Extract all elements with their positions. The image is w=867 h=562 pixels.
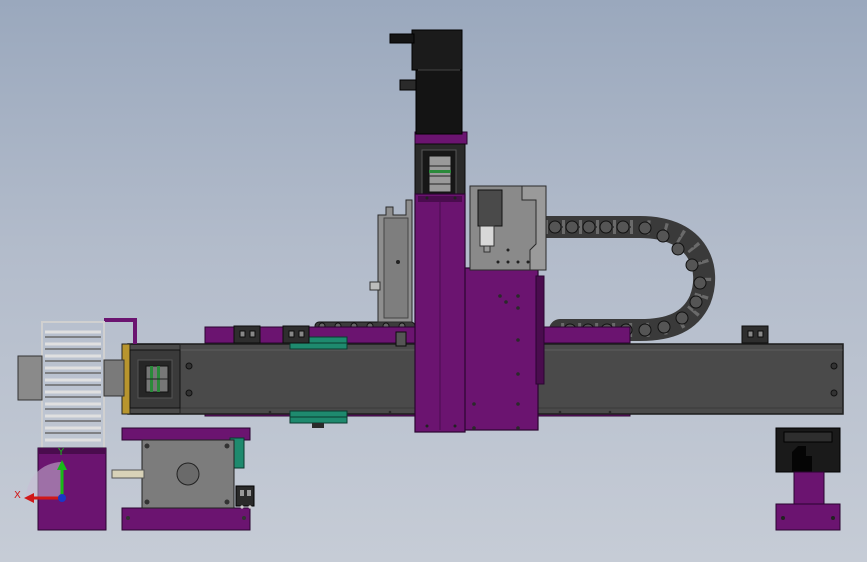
z-carriage-plate [461, 267, 545, 431]
z-shaft-coupling [428, 155, 452, 193]
x-axis-label: X [14, 490, 21, 501]
left-grille-guard [17, 318, 137, 451]
cad-viewport[interactable]: X Y [0, 0, 867, 562]
y-axis-label: Y [57, 447, 65, 458]
z-axis-column [414, 131, 468, 433]
sensor-bracket [469, 185, 547, 271]
x-drive-mount [111, 427, 255, 531]
gantry-assembly-drawing: X Y [14, 29, 844, 531]
beam-end-cap-left [121, 343, 181, 415]
shaft-coupling [145, 365, 169, 393]
z-servo-motor [389, 29, 463, 135]
z-axis-point [58, 494, 66, 502]
left-mount-bracket [369, 199, 413, 323]
limit-switch [235, 485, 255, 509]
right-stand [775, 427, 841, 531]
